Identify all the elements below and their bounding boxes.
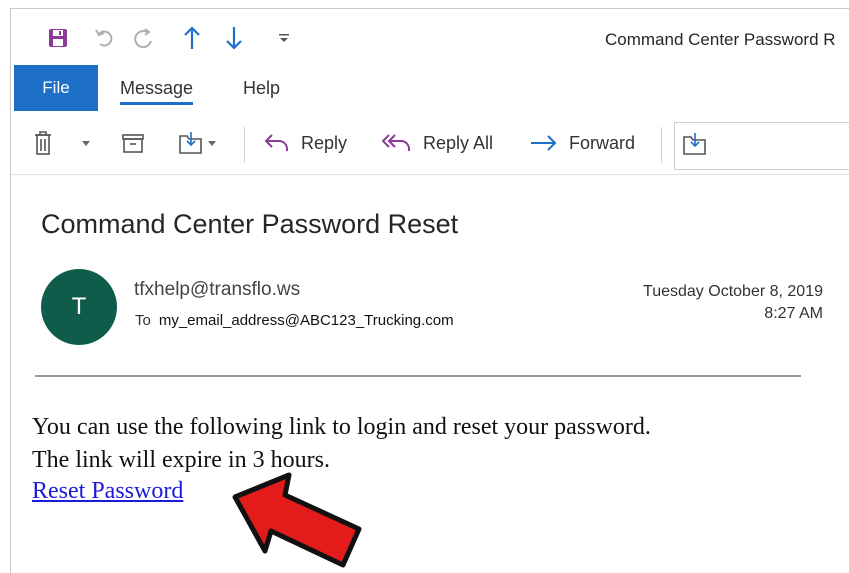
trash-icon	[33, 130, 53, 156]
ribbon-separator	[661, 127, 662, 163]
chevron-down-icon	[207, 139, 217, 147]
sender-address[interactable]: tfxhelp@transflo.ws	[134, 279, 300, 301]
archive-button[interactable]	[121, 125, 145, 161]
forward-icon	[529, 132, 559, 154]
customize-qat-icon[interactable]	[269, 23, 299, 53]
undo-icon[interactable]	[89, 23, 119, 53]
message-subject: Command Center Password Reset	[41, 209, 459, 239]
tab-file[interactable]: File	[14, 65, 98, 111]
reply-button[interactable]: Reply	[263, 125, 347, 161]
reply-all-icon	[381, 132, 413, 154]
tab-message[interactable]: Message	[120, 65, 194, 111]
recipient-address[interactable]: my_email_address@ABC123_Trucking.com	[159, 312, 454, 329]
avatar[interactable]: T	[41, 269, 117, 345]
recipient-line: To my_email_address@ABC123_Trucking.com	[135, 312, 454, 329]
reset-password-link[interactable]: Reset Password	[32, 478, 183, 505]
move-to-folder-icon	[681, 131, 709, 162]
reply-all-label: Reply All	[423, 132, 494, 153]
ribbon-separator	[244, 127, 245, 163]
quick-access-toolbar: Command Center Password R	[11, 9, 849, 65]
red-pointer-arrow	[232, 472, 362, 568]
archive-icon	[121, 132, 145, 154]
delete-button[interactable]	[33, 125, 53, 161]
body-line: The link will expire in 3 hours.	[32, 447, 330, 473]
reply-label: Reply	[301, 132, 348, 153]
move-button[interactable]	[177, 125, 217, 161]
arrow-up-icon[interactable]	[177, 23, 207, 53]
body-line: You can use the following link to login …	[32, 414, 651, 440]
move-to-folder-icon	[177, 130, 205, 156]
forward-button[interactable]: Forward	[529, 125, 635, 161]
redo-icon[interactable]	[129, 23, 159, 53]
ribbon-tabs: File Message Help	[11, 65, 849, 113]
window-title: Command Center Password R	[605, 30, 836, 49]
delete-dropdown[interactable]	[81, 125, 91, 161]
save-icon[interactable]	[43, 23, 73, 53]
move-to-folder-box[interactable]	[674, 122, 849, 170]
reply-all-button[interactable]: Reply All	[381, 125, 493, 161]
message-time: 8:27 AM	[764, 305, 823, 322]
arrow-down-icon[interactable]	[219, 23, 249, 53]
ribbon-commands: Reply Reply All Forward	[11, 113, 849, 175]
forward-label: Forward	[569, 132, 636, 153]
message-date: Tuesday October 8, 2019	[643, 283, 823, 300]
message-body: You can use the following link to login …	[32, 411, 832, 477]
chevron-down-icon	[81, 139, 91, 147]
outlook-message-window: Command Center Password R File Message H…	[10, 8, 849, 573]
reply-icon	[263, 132, 291, 154]
avatar-initial: T	[71, 293, 87, 320]
tab-help[interactable]: Help	[243, 65, 280, 111]
to-label: To	[135, 312, 151, 329]
header-divider	[35, 375, 801, 377]
